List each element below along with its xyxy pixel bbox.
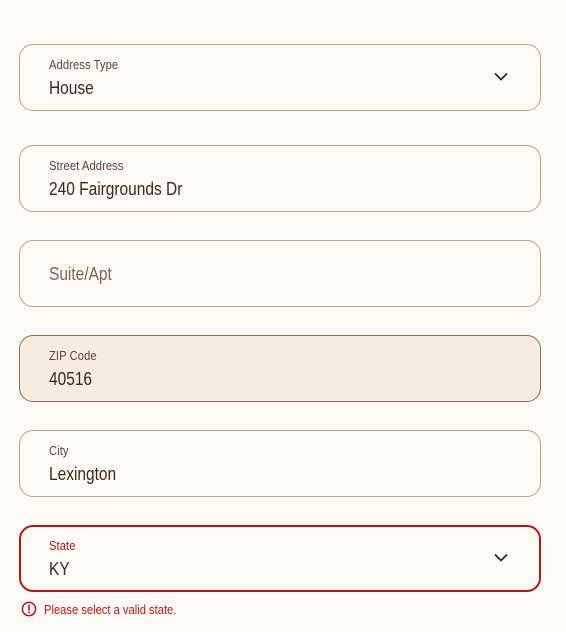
address-type-select[interactable]: Address Type House — [19, 44, 541, 111]
alert-circle-icon — [21, 601, 37, 617]
zip-code-value: 40516 — [49, 369, 93, 389]
address-type-value: House — [49, 78, 94, 98]
state-error-message: Please select a valid state. — [21, 601, 198, 617]
city-field[interactable]: City Lexington — [19, 430, 541, 497]
city-value: Lexington — [49, 464, 117, 484]
street-address-value: 240 Fairgrounds Dr — [49, 179, 183, 199]
chevron-down-icon — [494, 554, 508, 562]
street-address-label: Street Address — [49, 158, 124, 173]
state-error-text: Please select a valid state. — [44, 601, 177, 617]
suite-apt-placeholder: Suite/Apt — [49, 264, 112, 284]
state-value: KY — [49, 559, 70, 579]
address-type-label: Address Type — [49, 57, 119, 72]
address-form: Address Type House Street Address 240 Fa… — [0, 0, 566, 632]
zip-code-field[interactable]: ZIP Code 40516 — [19, 335, 541, 402]
suite-apt-field[interactable]: Suite/Apt — [19, 240, 541, 307]
city-label: City — [49, 443, 69, 458]
state-select[interactable]: State KY — [19, 525, 541, 592]
street-address-field[interactable]: Street Address 240 Fairgrounds Dr — [19, 145, 541, 212]
state-label: State — [49, 538, 76, 553]
chevron-down-icon — [494, 73, 508, 81]
zip-code-label: ZIP Code — [49, 348, 97, 363]
